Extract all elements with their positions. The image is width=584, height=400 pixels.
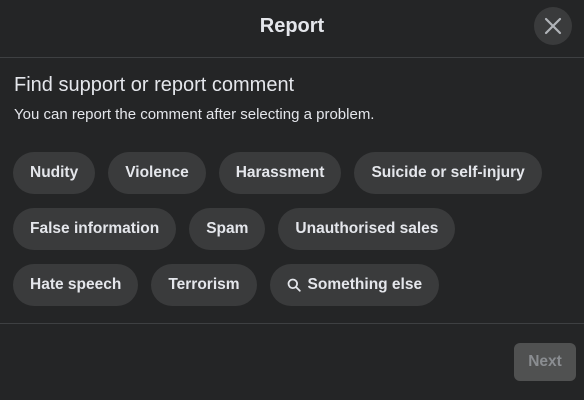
option-nudity[interactable]: Nudity [13, 152, 96, 194]
option-row: Nudity Violence Harassment Suicide or se… [13, 152, 573, 194]
problem-options: Nudity Violence Harassment Suicide or se… [13, 152, 573, 320]
option-terrorism[interactable]: Terrorism [151, 264, 257, 306]
footer-divider [0, 323, 584, 324]
option-row: False information Spam Unauthorised sale… [13, 208, 573, 250]
option-suicide-self-injury[interactable]: Suicide or self-injury [354, 152, 542, 194]
option-violence[interactable]: Violence [108, 152, 206, 194]
report-dialog: Report Find support or report comment Yo… [0, 0, 584, 400]
option-something-else[interactable]: Something else [269, 264, 440, 306]
dialog-subheading: You can report the comment after selecti… [14, 106, 375, 123]
search-icon [287, 278, 301, 292]
option-spam[interactable]: Spam [189, 208, 266, 250]
close-icon [544, 17, 562, 35]
option-something-else-label: Something else [307, 276, 423, 293]
dialog-body: Find support or report comment You can r… [14, 72, 570, 125]
dialog-header: Report [0, 0, 584, 58]
option-row: Hate speech Terrorism Something else [13, 264, 573, 306]
option-harassment[interactable]: Harassment [218, 152, 342, 194]
option-false-information[interactable]: False information [13, 208, 177, 250]
option-unauthorised-sales[interactable]: Unauthorised sales [278, 208, 456, 250]
close-button[interactable] [534, 7, 572, 45]
next-button[interactable]: Next [514, 343, 576, 381]
option-hate-speech[interactable]: Hate speech [13, 264, 139, 306]
dialog-heading: Find support or report comment [14, 74, 295, 96]
dialog-title: Report [259, 15, 325, 37]
